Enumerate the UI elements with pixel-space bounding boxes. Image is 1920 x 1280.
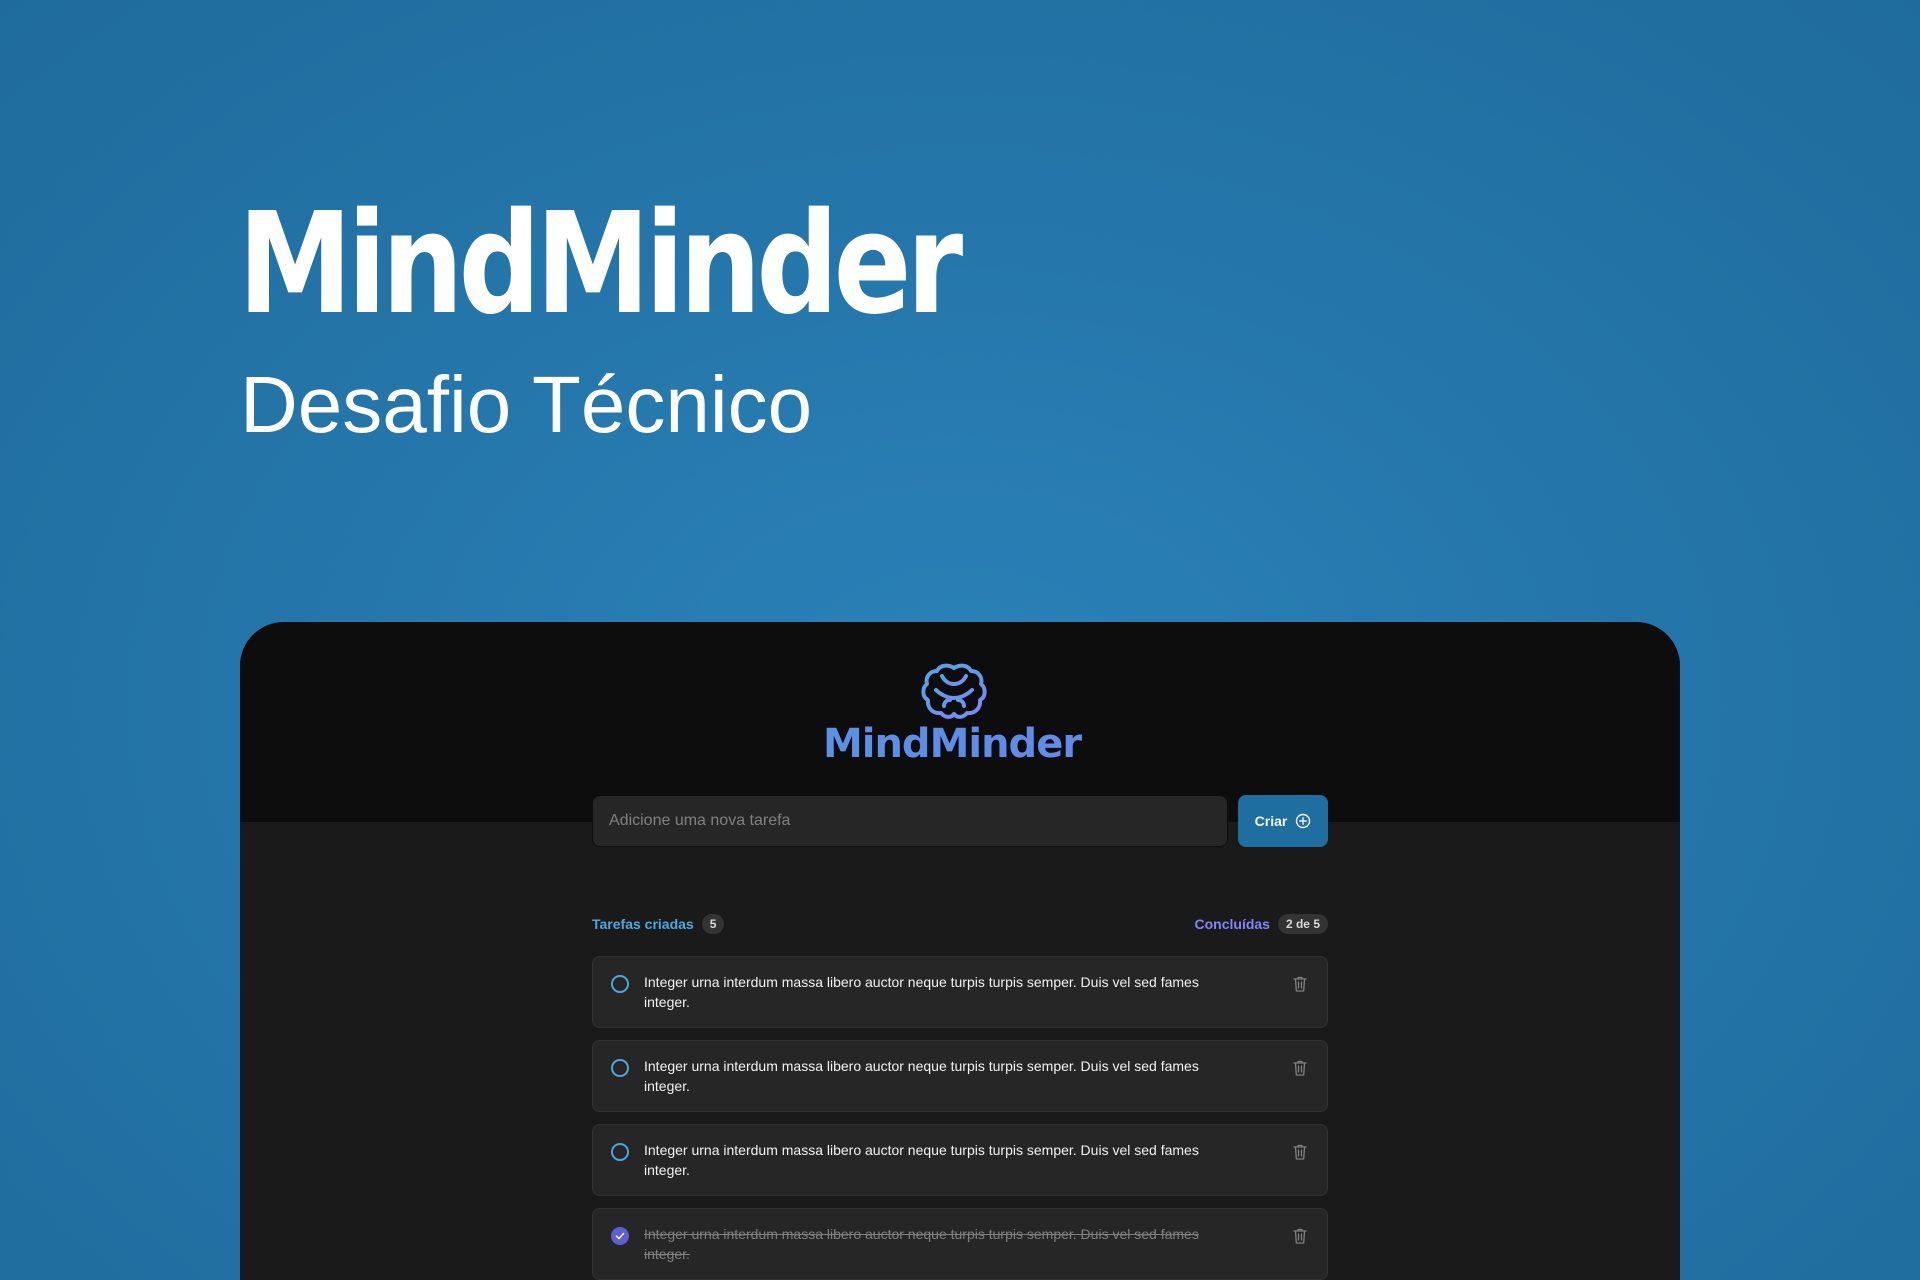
plus-circle-icon (1296, 813, 1311, 829)
task-item: Integer urna interdum massa libero aucto… (592, 1040, 1328, 1112)
task-item: Integer urna interdum massa libero aucto… (592, 1124, 1328, 1196)
new-task-form: Criar (592, 795, 1328, 849)
task-item: Integer urna interdum massa libero aucto… (592, 956, 1328, 1028)
task-text: Integer urna interdum massa libero aucto… (644, 974, 1199, 1010)
create-button-label: Criar (1254, 813, 1288, 829)
task-item-completed: Integer urna interdum massa libero aucto… (592, 1208, 1328, 1280)
hero-title: MindMinder (238, 183, 963, 346)
hero-subtitle: Desafio Técnico (240, 360, 813, 449)
trash-icon[interactable] (1292, 1059, 1308, 1077)
task-text: Integer urna interdum massa libero aucto… (644, 1226, 1199, 1262)
done-count-badge: 2 de 5 (1277, 914, 1328, 934)
trash-icon[interactable] (1292, 1143, 1308, 1161)
app-logo-text: MindMinder (240, 718, 1672, 770)
task-list: Integer urna interdum massa libero aucto… (592, 956, 1328, 1280)
task-text: Integer urna interdum massa libero aucto… (644, 1058, 1199, 1094)
task-checkbox[interactable] (611, 1143, 629, 1161)
task-checkbox[interactable] (611, 975, 629, 993)
task-checkbox-checked[interactable] (611, 1227, 629, 1245)
created-label: Tarefas criadas (592, 916, 694, 932)
app-window: MindMinder Criar Tarefas criadas 5 Concl… (240, 622, 1680, 1280)
check-icon (615, 1232, 625, 1240)
app-header: MindMinder (240, 622, 1680, 822)
done-summary: Concluídas 2 de 5 (1194, 912, 1328, 936)
task-checkbox[interactable] (611, 1059, 629, 1077)
new-task-input[interactable] (592, 795, 1228, 847)
trash-icon[interactable] (1292, 975, 1308, 993)
task-summary: Tarefas criadas 5 Concluídas 2 de 5 (592, 912, 1328, 936)
created-summary: Tarefas criadas 5 (592, 912, 725, 936)
created-count-badge: 5 (701, 914, 725, 934)
create-task-button[interactable]: Criar (1238, 795, 1328, 847)
brain-icon (921, 663, 987, 719)
done-label: Concluídas (1194, 916, 1270, 932)
task-text: Integer urna interdum massa libero aucto… (644, 1142, 1199, 1178)
trash-icon[interactable] (1292, 1227, 1308, 1245)
